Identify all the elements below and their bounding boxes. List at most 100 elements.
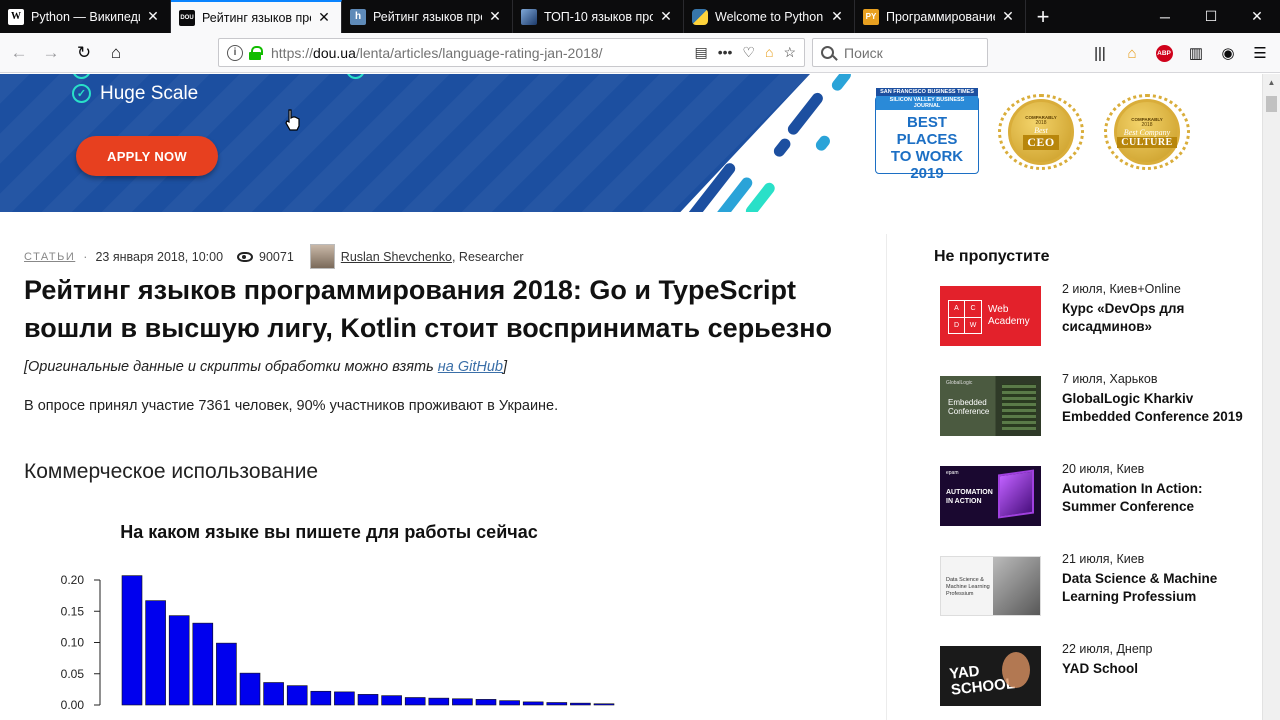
tab-programming[interactable]: PY Программирование ✕	[855, 0, 1026, 33]
minimize-button[interactable]: ─	[1142, 0, 1188, 33]
event-name[interactable]: YAD School	[1062, 660, 1257, 678]
scroll-thumb[interactable]	[1266, 96, 1277, 112]
event-name[interactable]: Курс «DevOps для сисадминов»	[1062, 300, 1257, 336]
event-date: 7 июля, Харьков	[1062, 372, 1158, 386]
best-culture-medal: COMPARABLY 2018 Best Company CULTURE	[1102, 92, 1192, 172]
event-thumbnail[interactable]: epam AUTOMATION IN ACTION	[940, 466, 1041, 526]
intro-paragraph: В опросе принял участие 7361 человек, 90…	[24, 398, 559, 414]
home-extension-icon[interactable]: ⌂	[1120, 40, 1144, 66]
wikipedia-icon: W	[8, 8, 24, 25]
chart-bar	[310, 690, 332, 706]
event-name[interactable]: Automation In Action: Summer Conference	[1062, 480, 1257, 516]
menu-icon[interactable]: ☰	[1248, 40, 1272, 66]
chart-bar	[522, 701, 544, 706]
event-date: 20 июля, Киев	[1062, 462, 1145, 476]
close-tab-icon[interactable]: ✕	[999, 8, 1017, 25]
tab-python-org[interactable]: Welcome to Python.org ✕	[684, 0, 855, 33]
event-item[interactable]: epam AUTOMATION IN ACTION 20 июля, Киев …	[940, 462, 1260, 528]
dou-icon: DOU	[179, 9, 195, 26]
chart-bar	[334, 691, 355, 706]
chart-bar	[452, 698, 473, 706]
reader-view-icon[interactable]: ▤	[694, 44, 707, 61]
navigation-toolbar: ← → ↻ ⌂ i https://dou.ua/lenta/articles/…	[0, 33, 1280, 73]
chart-bar	[145, 600, 166, 706]
chart-bar	[121, 575, 143, 706]
maximize-button[interactable]: ☐	[1188, 0, 1234, 33]
chart-bar	[404, 697, 426, 706]
event-item[interactable]: A C D W Web Academy 2 июля, Киев+Online …	[940, 282, 1260, 348]
tab-dou-active[interactable]: DOU Рейтинг языков программирования ✕	[171, 0, 342, 33]
close-tab-icon[interactable]: ✕	[144, 8, 162, 25]
page-actions-icon[interactable]: •••	[718, 44, 733, 61]
sidebar-title: Не пропустите	[934, 248, 1050, 265]
event-item[interactable]: YAD SCHOOL 22 июля, Днепр YAD School	[940, 642, 1260, 708]
reload-button[interactable]: ↻	[71, 40, 97, 66]
home-button[interactable]: ⌂	[103, 40, 129, 66]
event-item[interactable]: Data Science & Machine Learning Professi…	[940, 552, 1260, 618]
event-item[interactable]: GlobalLogic Embedded Conference 7 июля, …	[940, 372, 1260, 438]
event-thumbnail[interactable]: Data Science & Machine Learning Professi…	[940, 556, 1041, 616]
hand-cursor-icon	[285, 109, 300, 131]
chart-bar	[192, 622, 214, 706]
image-icon	[521, 8, 537, 25]
close-tab-icon[interactable]: ✕	[657, 8, 675, 25]
event-date: 2 июля, Киев+Online	[1062, 282, 1181, 296]
views-eye-icon	[237, 251, 254, 262]
tab-strip: W Python — Википедия ✕ DOU Рейтинг языко…	[0, 0, 1280, 33]
adblock-icon[interactable]: ABP	[1152, 40, 1176, 66]
section-heading: Коммерческое использование	[24, 460, 319, 483]
ad-banner[interactable]: ✓ ✓ ✓ Huge Scale APPLY NOW SAN FRANCISCO…	[0, 74, 1262, 212]
y-tick-label: 0.00	[61, 698, 85, 712]
article-meta: СТАТЬИ · 23 января 2018, 10:00 90071 Rus…	[24, 244, 524, 269]
library-icon[interactable]: |||	[1088, 40, 1112, 66]
scroll-up-arrow-icon[interactable]: ▲	[1263, 74, 1280, 91]
author-link[interactable]: Ruslan Shevchenko	[341, 250, 452, 264]
tab-habr[interactable]: h Рейтинг языков программирования ✕	[342, 0, 513, 33]
close-tab-icon[interactable]: ✕	[486, 8, 504, 25]
decor-dash	[813, 133, 833, 153]
back-button[interactable]: ←	[6, 40, 32, 66]
event-name[interactable]: GlobalLogic Kharkiv Embedded Conference …	[1062, 390, 1257, 426]
y-tick-label: 0.10	[61, 636, 85, 650]
new-tab-button[interactable]: +	[1026, 0, 1060, 33]
chart-bar	[168, 615, 190, 706]
chart-bar	[499, 700, 520, 706]
event-thumbnail[interactable]: GlobalLogic Embedded Conference	[940, 376, 1041, 436]
close-window-button[interactable]: ✕	[1234, 0, 1280, 33]
site-info-icon[interactable]: i	[227, 44, 243, 61]
event-date: 21 июля, Киев	[1062, 552, 1145, 566]
chart-bar	[239, 672, 261, 706]
tab-title: Welcome to Python.org	[715, 9, 824, 24]
event-thumbnail[interactable]: YAD SCHOOL	[940, 646, 1041, 706]
address-bar[interactable]: i https://dou.ua/lenta/articles/language…	[218, 38, 805, 67]
decor-dash	[771, 136, 793, 159]
chart-bar	[263, 682, 284, 706]
sidebar-icon[interactable]: ▥	[1184, 40, 1208, 66]
tab-title: Программирование	[886, 9, 995, 24]
search-bar[interactable]: Поиск	[812, 38, 988, 67]
page-content: ✓ ✓ ✓ Huge Scale APPLY NOW SAN FRANCISCO…	[0, 74, 1262, 720]
extension-icon[interactable]: ⌂	[765, 44, 773, 61]
author-avatar[interactable]	[309, 244, 335, 269]
category-link[interactable]: СТАТЬИ	[24, 251, 75, 263]
event-thumbnail[interactable]: A C D W Web Academy	[940, 286, 1041, 346]
url-text[interactable]: https://dou.ua/lenta/articles/language-r…	[271, 45, 694, 61]
apply-now-button[interactable]: APPLY NOW	[76, 136, 218, 176]
page-scrollbar[interactable]: ▲	[1262, 74, 1280, 720]
sidebar-divider	[886, 234, 887, 720]
window-controls: ─ ☐ ✕	[1142, 0, 1280, 33]
bookmark-star-icon[interactable]: ☆	[783, 44, 796, 61]
tab-top10[interactable]: ТОП-10 языков программирования ✕	[513, 0, 684, 33]
python-icon	[692, 8, 708, 25]
forward-button[interactable]: →	[38, 40, 64, 66]
github-link[interactable]: на GitHub	[438, 359, 503, 375]
chart-bar	[428, 697, 450, 706]
account-icon[interactable]: ◉	[1216, 40, 1240, 66]
y-axis: 0.00 0.05 0.10 0.15 0.20	[61, 573, 101, 712]
pocket-icon[interactable]: ♡	[742, 44, 755, 61]
tab-wikipedia[interactable]: W Python — Википедия ✕	[0, 0, 171, 33]
chart-bar	[381, 695, 402, 706]
close-tab-icon[interactable]: ✕	[828, 8, 846, 25]
close-tab-icon[interactable]: ✕	[315, 9, 333, 26]
event-name[interactable]: Data Science & Machine Learning Professi…	[1062, 570, 1257, 606]
